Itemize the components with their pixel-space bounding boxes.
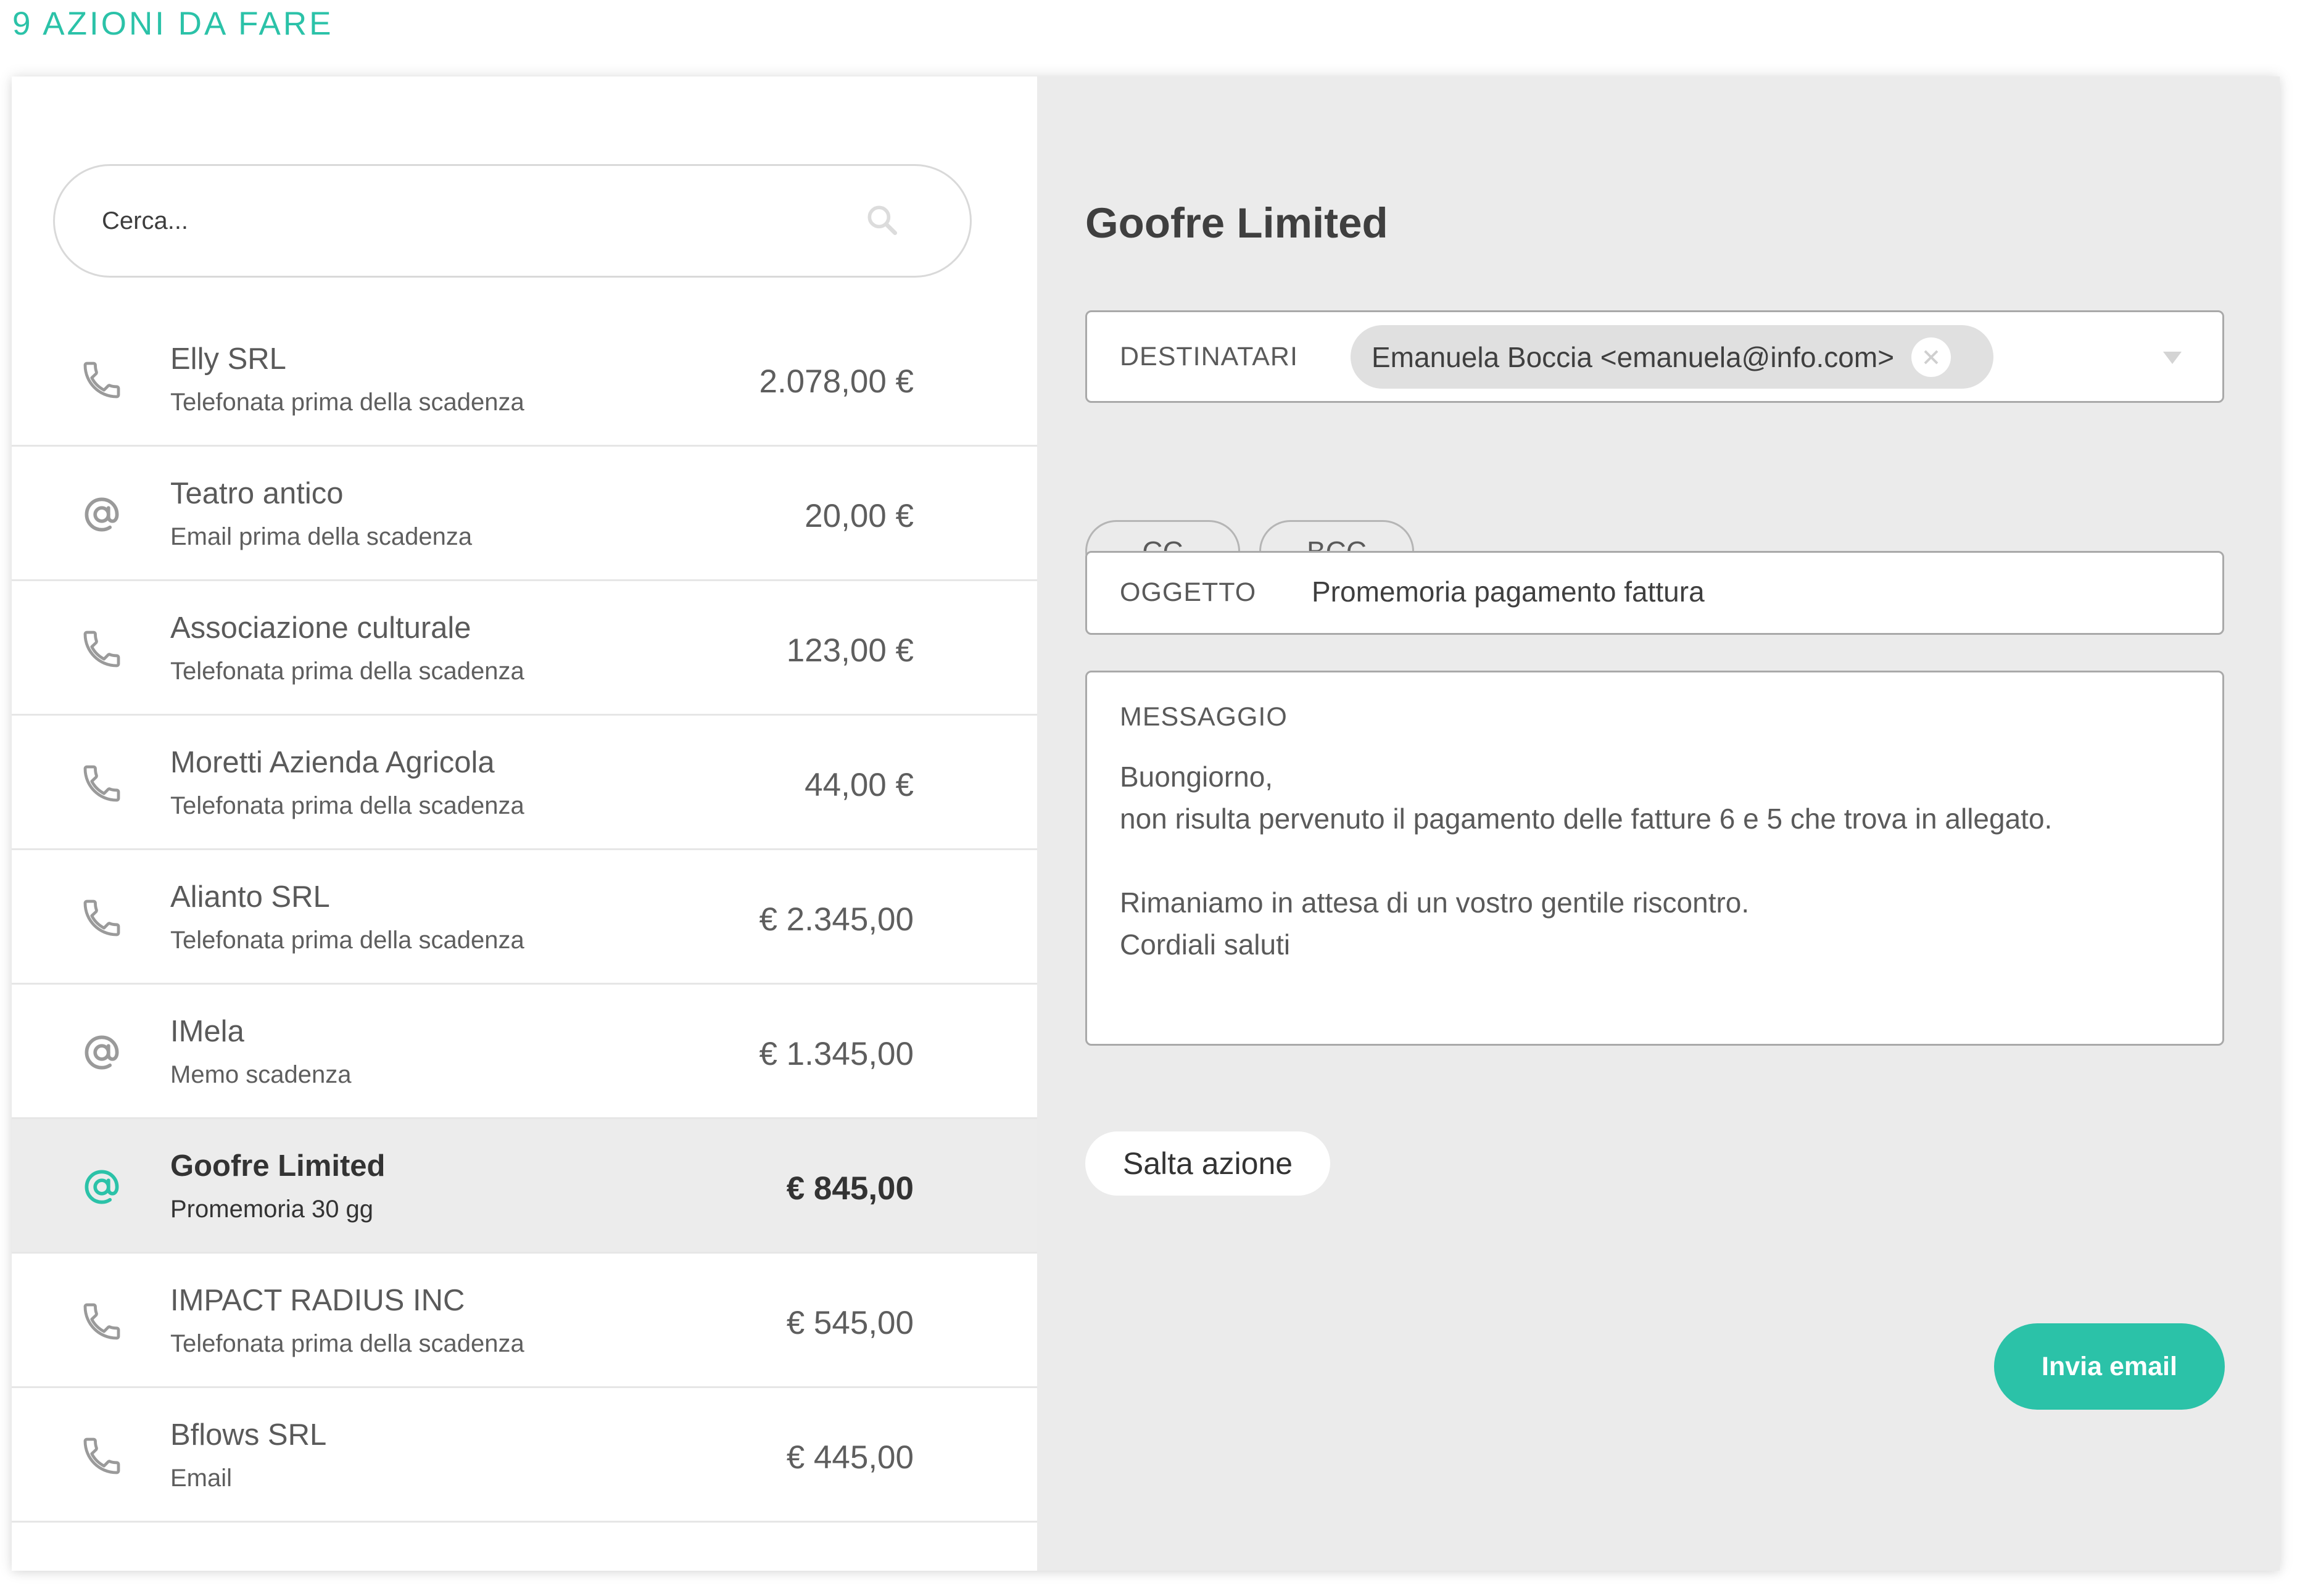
at-icon (80, 1030, 124, 1075)
action-customer-name: Associazione culturale (170, 611, 471, 645)
action-customer-name: Bflows SRL (170, 1418, 327, 1452)
search-icon[interactable] (863, 201, 901, 239)
phone-icon (80, 1434, 124, 1478)
phone-icon (80, 761, 124, 806)
chevron-down-icon[interactable] (2162, 349, 2183, 366)
action-customer-name: IMPACT RADIUS INC (170, 1284, 465, 1317)
action-detail-panel: Goofre Limited DESTINATARI Emanuela Bocc… (1037, 76, 2280, 1571)
phone-icon (80, 1299, 124, 1344)
action-type: Telefonata prima della scadenza (170, 658, 524, 685)
message-field[interactable]: MESSAGGIO Buongiorno, non risulta perven… (1085, 671, 2224, 1046)
phone-icon (80, 896, 124, 940)
page-title: 9 AZIONI DA FARE (12, 6, 334, 42)
action-amount: 20,00 € (805, 498, 914, 534)
action-customer-name: Moretti Azienda Agricola (170, 746, 495, 779)
action-row[interactable]: Bflows SRL Email € 445,00 (12, 1388, 1037, 1523)
subject-value[interactable]: Promemoria pagamento fattura (1312, 575, 1705, 608)
detail-title: Goofre Limited (1085, 199, 1388, 247)
action-amount: € 445,00 (786, 1439, 914, 1476)
action-type: Telefonata prima della scadenza (170, 927, 524, 954)
message-label: MESSAGGIO (1120, 702, 1288, 732)
action-customer-name: Teatro antico (170, 477, 344, 510)
action-type: Promemoria 30 gg (170, 1196, 374, 1223)
action-type: Memo scadenza (170, 1061, 352, 1088)
action-row[interactable]: Teatro antico Email prima della scadenza 2… (12, 447, 1037, 581)
message-line: non risulta pervenuto il pagamento delle… (1120, 803, 2053, 835)
action-customer-name: IMela (170, 1015, 244, 1048)
recipients-field[interactable]: DESTINATARI Emanuela Boccia <emanuela@in… (1085, 310, 2224, 403)
at-icon (80, 1165, 124, 1209)
recipients-label: DESTINATARI (1120, 342, 1298, 371)
message-line: Buongiorno, (1120, 761, 1273, 793)
action-type: Telefonata prima della scadenza (170, 389, 524, 416)
remove-recipient-icon[interactable] (1911, 337, 1951, 377)
action-amount: 44,00 € (805, 767, 914, 803)
action-type: Telefonata prima della scadenza (170, 792, 524, 819)
action-amount: € 845,00 (786, 1170, 914, 1207)
action-row[interactable]: IMela Memo scadenza € 1.345,00 (12, 985, 1037, 1119)
search-box[interactable] (53, 164, 972, 278)
action-type: Telefonata prima della scadenza (170, 1330, 524, 1357)
action-customer-name: Elly SRL (170, 342, 286, 376)
action-row[interactable]: Associazione culturale Telefonata prima d… (12, 581, 1037, 716)
message-line: Cordiali saluti (1120, 928, 1291, 961)
subject-field[interactable]: OGGETTO Promemoria pagamento fattura (1085, 551, 2224, 635)
phone-icon (80, 358, 124, 402)
actions-card: Elly SRL Telefonata prima della scadenza 2… (12, 76, 2280, 1571)
action-amount: € 2.345,00 (759, 901, 914, 938)
action-row[interactable]: Goofre Limited Promemoria 30 gg € 845,00 (12, 1119, 1037, 1254)
at-icon (80, 492, 124, 537)
action-row[interactable]: Moretti Azienda Agricola Telefonata prima… (12, 716, 1037, 850)
recipient-chip[interactable]: Emanuela Boccia <emanuela@info.com> (1351, 325, 1993, 389)
subject-label: OGGETTO (1120, 577, 1257, 607)
recipient-chip-label: Emanuela Boccia <emanuela@info.com> (1372, 341, 1895, 373)
action-amount: € 1.345,00 (759, 1036, 914, 1072)
message-line: Rimaniamo in attesa di un vostro gentile… (1120, 887, 1750, 919)
action-row[interactable]: Alianto SRL Telefonata prima della scaden… (12, 850, 1037, 985)
action-amount: € 545,00 (786, 1305, 914, 1341)
send-email-button[interactable]: Invia email (1994, 1323, 2225, 1410)
action-type: Email prima della scadenza (170, 523, 473, 550)
action-row[interactable]: IMPACT RADIUS INC Telefonata prima della … (12, 1254, 1037, 1388)
action-amount: 123,00 € (786, 632, 914, 669)
search-input[interactable] (102, 166, 842, 276)
action-type: Email (170, 1465, 233, 1492)
action-customer-name: Alianto SRL (170, 880, 330, 914)
action-row[interactable]: Elly SRL Telefonata prima della scadenza 2… (12, 312, 1037, 447)
phone-icon (80, 627, 124, 671)
action-customer-name: Goofre Limited (170, 1149, 386, 1183)
action-amount: 2.078,00 € (759, 363, 914, 400)
actions-list-panel: Elly SRL Telefonata prima della scadenza 2… (12, 76, 1037, 1571)
skip-action-button[interactable]: Salta azione (1085, 1131, 1330, 1196)
